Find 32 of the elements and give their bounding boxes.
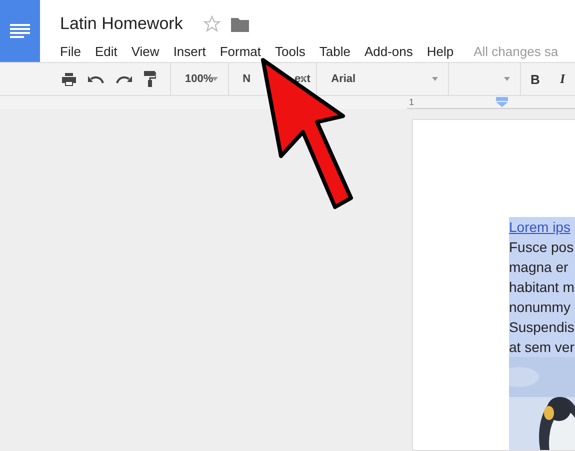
undo-icon[interactable] (88, 74, 104, 84)
bold-button[interactable]: B (520, 72, 550, 86)
menu-item[interactable]: Insert (173, 44, 206, 59)
text-link[interactable]: Lorem ips (509, 217, 575, 237)
text-line: nonummy (509, 298, 572, 317)
save-status: All changes sa (474, 44, 558, 59)
menu-item[interactable]: Add-ons (364, 44, 413, 59)
paint-roller-icon[interactable] (144, 71, 156, 87)
text-line: habitant m (509, 278, 575, 297)
text-line: at sem ver (509, 338, 575, 357)
redo-icon[interactable] (116, 74, 132, 84)
print-icon[interactable] (62, 72, 76, 86)
menu-item[interactable]: Edit (94, 44, 118, 59)
text-line: magna er (509, 258, 570, 277)
caret-icon[interactable] (212, 77, 218, 81)
menu-item[interactable]: Help (426, 44, 454, 59)
document-title[interactable]: Latin Homework (60, 14, 183, 34)
italic-button[interactable]: I (550, 71, 575, 87)
menu-item[interactable]: View (131, 44, 160, 59)
menu-item[interactable]: File (60, 44, 81, 59)
folder-icon[interactable] (230, 16, 249, 32)
ruler-number: 1 (409, 97, 414, 107)
star-icon[interactable] (202, 15, 221, 33)
text-line: Suspendis (509, 318, 575, 337)
zoom-dropdown[interactable]: 100% (171, 63, 229, 95)
menu-item[interactable]: Table (319, 44, 350, 59)
indent-marker-icon[interactable] (496, 97, 508, 107)
text-line: Fusce pos (509, 238, 575, 257)
menu-item[interactable]: Format (220, 44, 261, 59)
docs-logo-icon[interactable] (0, 0, 40, 62)
menu-item[interactable]: Tools (275, 44, 306, 59)
font-dropdown[interactable]: Arial (317, 63, 450, 95)
